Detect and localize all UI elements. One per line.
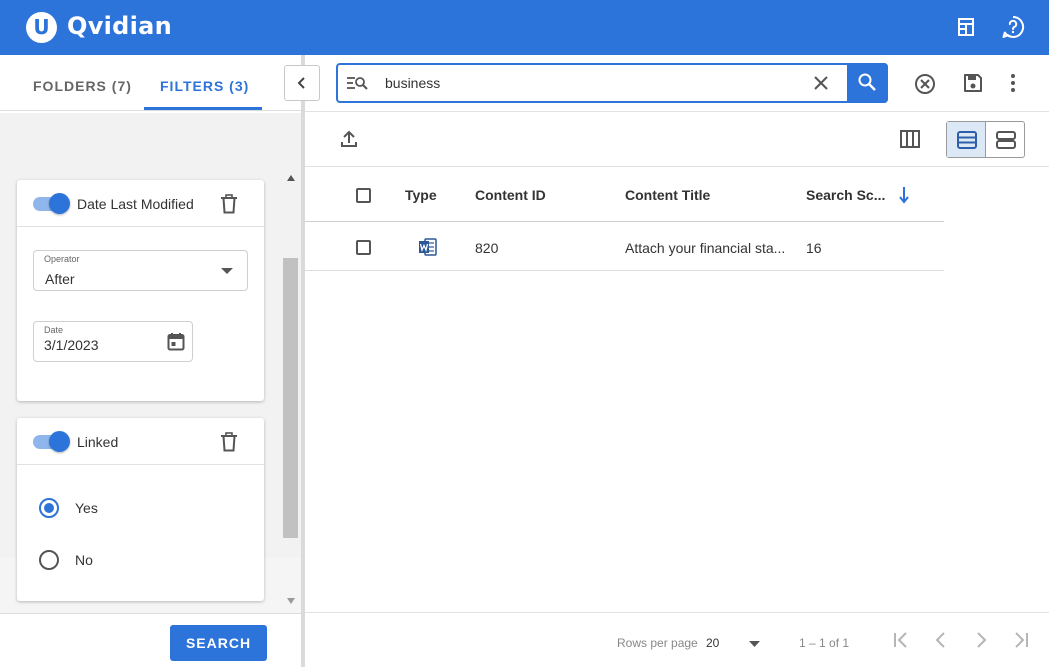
results-toolbar [305,111,1049,167]
trash-icon[interactable] [220,432,238,452]
dropdown-arrow-icon [221,268,233,275]
calendar-icon[interactable] [167,332,185,351]
logo-letter: U [33,15,50,39]
tab-filters[interactable]: FILTERS (3) [160,78,249,94]
cancel-circle-icon[interactable] [914,73,936,95]
filter-card-header: Date Last Modified [17,180,264,227]
filter-card-date-last-modified: Date Last Modified Operator After Date 3… [17,180,264,401]
next-page-icon[interactable] [971,630,991,650]
filter-title: Date Last Modified [77,196,194,212]
search-icon [858,73,876,91]
rows-per-page-value[interactable]: 20 [706,636,719,650]
app-logo: U [26,12,57,43]
filter-card-linked: Linked Yes No [17,418,264,601]
trash-icon[interactable] [220,194,238,214]
column-header-type[interactable]: Type [405,187,437,203]
filter-toggle-knob[interactable] [49,431,70,452]
word-document-icon [419,238,437,256]
tab-folders[interactable]: FOLDERS (7) [33,78,132,94]
search-input[interactable]: business [385,75,440,91]
search-submit-button[interactable] [847,63,888,103]
cell-content-id: 820 [475,240,499,256]
table-header-divider [305,221,944,222]
clear-search-icon[interactable] [814,76,828,90]
radio-yes-label: Yes [75,500,98,516]
search-box: business [336,63,888,103]
first-page-icon[interactable] [891,630,911,650]
view-mode-toggle [946,121,1025,158]
date-field[interactable]: Date 3/1/2023 [33,321,193,362]
filter-title: Linked [77,434,119,450]
left-tabs: FOLDERS (7) FILTERS (3) [0,55,302,111]
sort-descending-icon[interactable] [898,186,910,204]
scroll-up-icon[interactable] [286,174,296,182]
app-header: U Qvidian [0,0,1049,55]
column-header-content-id[interactable]: Content ID [475,187,546,203]
column-header-content-title[interactable]: Content Title [625,187,710,203]
operator-label: Operator [44,254,80,264]
active-tab-indicator [144,107,262,110]
brand-name: Qvidian [67,12,173,40]
radio-yes[interactable] [39,498,59,518]
more-vert-icon[interactable] [1004,72,1022,94]
radio-no-label: No [75,552,93,568]
select-all-checkbox[interactable] [356,188,371,203]
search-button[interactable]: SEARCH [170,625,267,661]
chevron-left-icon [297,77,307,89]
upload-icon[interactable] [339,129,359,149]
operator-value: After [45,271,75,287]
left-footer: SEARCH [0,613,302,667]
help-icon[interactable] [1000,14,1026,40]
columns-icon[interactable] [900,130,920,148]
operator-select[interactable]: Operator After [33,250,248,291]
scrollbar-thumb[interactable] [283,258,298,538]
rows-per-page-label: Rows per page [617,636,698,650]
cell-content-title[interactable]: Attach your financial sta... [625,240,785,256]
column-header-search-score[interactable]: Search Sc... [806,187,885,203]
scroll-down-icon[interactable] [286,597,296,605]
compact-rows-icon [957,131,977,149]
save-icon[interactable] [963,73,983,93]
row-checkbox[interactable] [356,240,371,255]
table-row-divider [305,270,944,271]
filter-card-header: Linked [17,418,264,465]
radio-no[interactable] [39,550,59,570]
cell-search-score: 16 [806,240,822,256]
date-label: Date [44,325,64,335]
filter-toggle-knob[interactable] [49,193,70,214]
rows-per-page-dropdown-icon[interactable] [749,641,760,647]
last-page-icon[interactable] [1011,630,1031,650]
date-value: 3/1/2023 [44,337,99,353]
expanded-rows-icon[interactable] [996,131,1016,149]
search-list-icon [346,75,368,91]
calculator-icon[interactable] [953,14,979,40]
previous-page-icon[interactable] [931,630,951,650]
view-compact-button[interactable] [947,122,986,157]
pagination-range: 1 – 1 of 1 [799,636,850,650]
collapse-panel-button[interactable] [284,65,320,101]
